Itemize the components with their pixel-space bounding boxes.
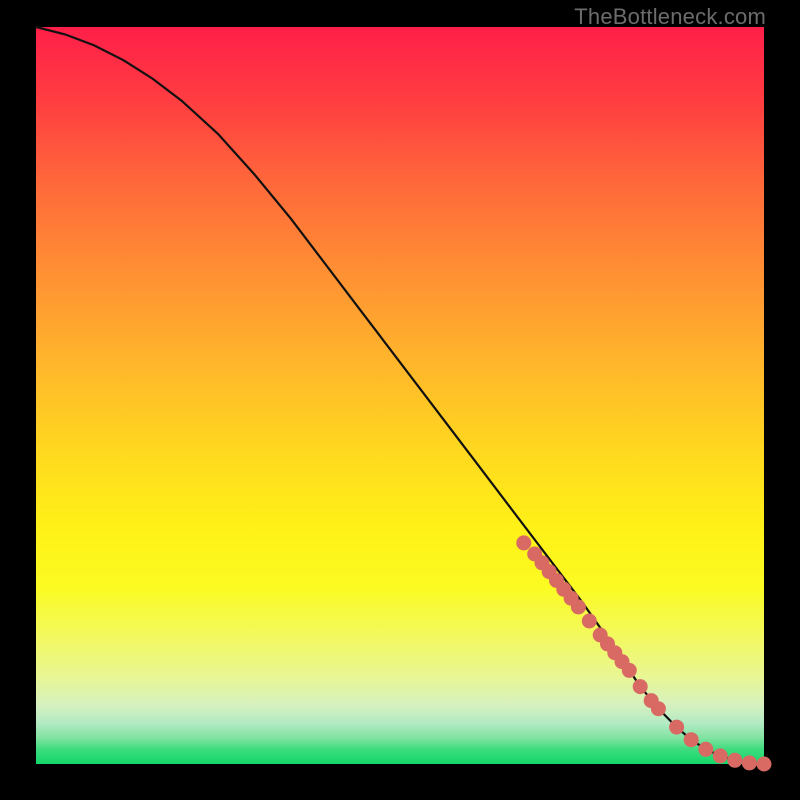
marker-point — [727, 753, 742, 768]
marker-point — [582, 614, 597, 629]
marker-point — [684, 732, 699, 747]
marker-point — [713, 748, 728, 763]
chart-stage: TheBottleneck.com — [0, 0, 800, 800]
marker-point — [669, 720, 684, 735]
marker-point — [742, 755, 757, 770]
curve-layer — [36, 27, 764, 764]
marker-point — [633, 679, 648, 694]
marker-point — [571, 600, 586, 615]
bottleneck-curve — [36, 27, 764, 764]
marker-point — [651, 701, 666, 716]
attribution-label: TheBottleneck.com — [574, 4, 766, 30]
marker-point — [622, 663, 637, 678]
highlighted-points — [516, 535, 771, 771]
plot-area — [36, 27, 764, 764]
marker-point — [516, 535, 531, 550]
marker-point — [757, 757, 772, 772]
marker-point — [698, 742, 713, 757]
